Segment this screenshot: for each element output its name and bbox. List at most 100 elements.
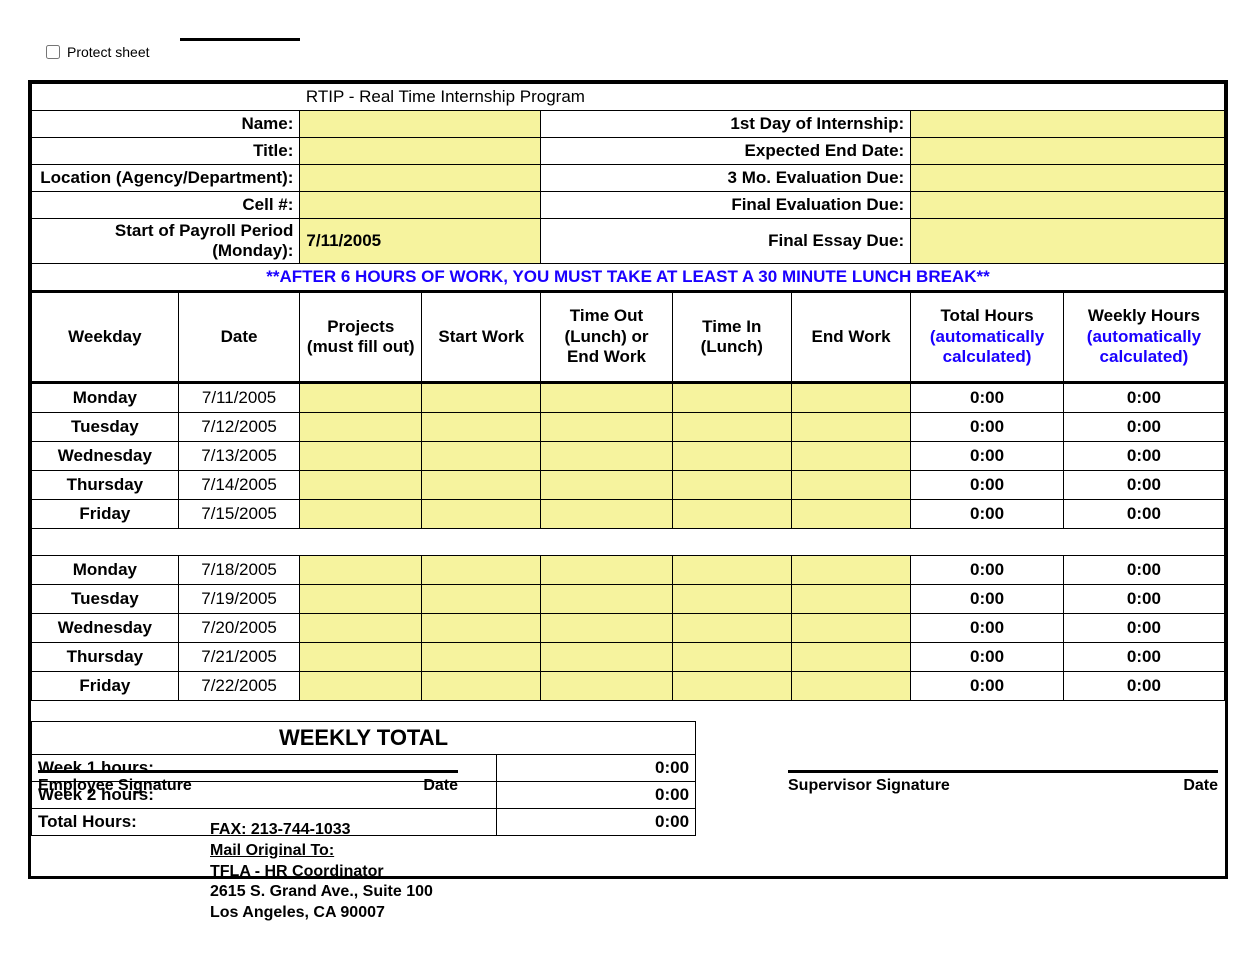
w2r1-end[interactable] [791, 585, 910, 614]
w1r3-timeout[interactable] [541, 471, 672, 500]
w1r4-timein[interactable] [672, 500, 791, 529]
input-name[interactable] [300, 111, 541, 138]
w1r3-date: 7/14/2005 [178, 471, 300, 500]
col-total-hours: Total Hours (automatically calculated) [911, 292, 1064, 383]
input-final-essay[interactable] [911, 219, 1225, 264]
w1r1-timein[interactable] [672, 413, 791, 442]
w2r4-timeout[interactable] [541, 672, 672, 701]
input-location[interactable] [300, 165, 541, 192]
mail-line-3: Los Angeles, CA 90007 [210, 903, 433, 924]
protect-sheet-checkbox[interactable] [46, 45, 60, 59]
w2r0-timein[interactable] [672, 556, 791, 585]
label-final-essay: Final Essay Due: [541, 219, 911, 264]
w2r2-timeout[interactable] [541, 614, 672, 643]
w1r2-timein[interactable] [672, 442, 791, 471]
w1r0-timeout[interactable] [541, 383, 672, 413]
input-title[interactable] [300, 138, 541, 165]
w2r3-projects[interactable] [300, 643, 422, 672]
w2r0-timeout[interactable] [541, 556, 672, 585]
w2r1-timein[interactable] [672, 585, 791, 614]
w2r4-start[interactable] [422, 672, 541, 701]
w1r4-projects[interactable] [300, 500, 422, 529]
w1r1-start[interactable] [422, 413, 541, 442]
w2r4-end[interactable] [791, 672, 910, 701]
w2r4-projects[interactable] [300, 672, 422, 701]
label-expected-end: Expected End Date: [541, 138, 911, 165]
w2r2-weekday: Wednesday [32, 614, 179, 643]
w2r3-timeout[interactable] [541, 643, 672, 672]
w1r2-timeout[interactable] [541, 442, 672, 471]
w1r3-weekly: 0:00 [1063, 471, 1224, 500]
w2r3-timein[interactable] [672, 643, 791, 672]
employee-signature-date-label: Date [423, 777, 458, 795]
w1r2-total: 0:00 [911, 442, 1064, 471]
w1r0-end[interactable] [791, 383, 910, 413]
w2r2-date: 7/20/2005 [178, 614, 300, 643]
w2r3-end[interactable] [791, 643, 910, 672]
input-eval3[interactable] [911, 165, 1225, 192]
w1r4-start[interactable] [422, 500, 541, 529]
col-end: End Work [791, 292, 910, 383]
input-expected-end[interactable] [911, 138, 1225, 165]
w2r2-projects[interactable] [300, 614, 422, 643]
totals-total-value: 0:00 [496, 809, 695, 836]
w1r3-timein[interactable] [672, 471, 791, 500]
decorative-rule [180, 38, 300, 41]
w2r2-timein[interactable] [672, 614, 791, 643]
w2r0-start[interactable] [422, 556, 541, 585]
w1r3-end[interactable] [791, 471, 910, 500]
w1r2-projects[interactable] [300, 442, 422, 471]
w1r2-weekday: Wednesday [32, 442, 179, 471]
label-final-eval: Final Evaluation Due: [541, 192, 911, 219]
w2r3-start[interactable] [422, 643, 541, 672]
w2r2-end[interactable] [791, 614, 910, 643]
w2r4-weekly: 0:00 [1063, 672, 1224, 701]
w2r3-date: 7/21/2005 [178, 643, 300, 672]
w1r0-projects[interactable] [300, 383, 422, 413]
input-first-day[interactable] [911, 111, 1225, 138]
col-weekly-hours-note: (automatically calculated) [1070, 327, 1218, 368]
w1r1-timeout[interactable] [541, 413, 672, 442]
label-eval3: 3 Mo. Evaluation Due: [541, 165, 911, 192]
w2r1-projects[interactable] [300, 585, 422, 614]
fax-line: FAX: 213-744-1033 [210, 820, 433, 841]
w1r2-start[interactable] [422, 442, 541, 471]
col-timeout: Time Out (Lunch) or End Work [541, 292, 672, 383]
w2r2-total: 0:00 [911, 614, 1064, 643]
w2r2-start[interactable] [422, 614, 541, 643]
w1r3-projects[interactable] [300, 471, 422, 500]
w1r0-timein[interactable] [672, 383, 791, 413]
input-final-eval[interactable] [911, 192, 1225, 219]
col-weekly-hours: Weekly Hours (automatically calculated) [1063, 292, 1224, 383]
w1r3-start[interactable] [422, 471, 541, 500]
w1r1-total: 0:00 [911, 413, 1064, 442]
w1r1-date: 7/12/2005 [178, 413, 300, 442]
w1r1-end[interactable] [791, 413, 910, 442]
input-payroll-start[interactable]: 7/11/2005 [300, 219, 541, 264]
w2r0-end[interactable] [791, 556, 910, 585]
col-total-hours-label: Total Hours [940, 306, 1033, 325]
w2r1-start[interactable] [422, 585, 541, 614]
w2r3-total: 0:00 [911, 643, 1064, 672]
w2r1-weekday: Tuesday [32, 585, 179, 614]
w2r0-projects[interactable] [300, 556, 422, 585]
w1r4-end[interactable] [791, 500, 910, 529]
mail-line-2: 2615 S. Grand Ave., Suite 100 [210, 882, 433, 903]
w2r4-timein[interactable] [672, 672, 791, 701]
timesheet-form: RTIP - Real Time Internship Program Name… [28, 80, 1228, 879]
col-weekly-hours-label: Weekly Hours [1088, 306, 1200, 325]
w2r3-weekday: Thursday [32, 643, 179, 672]
w1r4-timeout[interactable] [541, 500, 672, 529]
w1r1-projects[interactable] [300, 413, 422, 442]
w2r4-date: 7/22/2005 [178, 672, 300, 701]
w1r0-start[interactable] [422, 383, 541, 413]
title-spacer [32, 84, 300, 111]
w2r3-weekly: 0:00 [1063, 643, 1224, 672]
w2r4-weekday: Friday [32, 672, 179, 701]
label-location: Location (Agency/Department): [32, 165, 300, 192]
w2r1-timeout[interactable] [541, 585, 672, 614]
label-payroll-start: Start of Payroll Period (Monday): [32, 219, 300, 264]
input-cell[interactable] [300, 192, 541, 219]
lunch-notice: **AFTER 6 HOURS OF WORK, YOU MUST TAKE A… [32, 264, 1225, 292]
w1r2-end[interactable] [791, 442, 910, 471]
